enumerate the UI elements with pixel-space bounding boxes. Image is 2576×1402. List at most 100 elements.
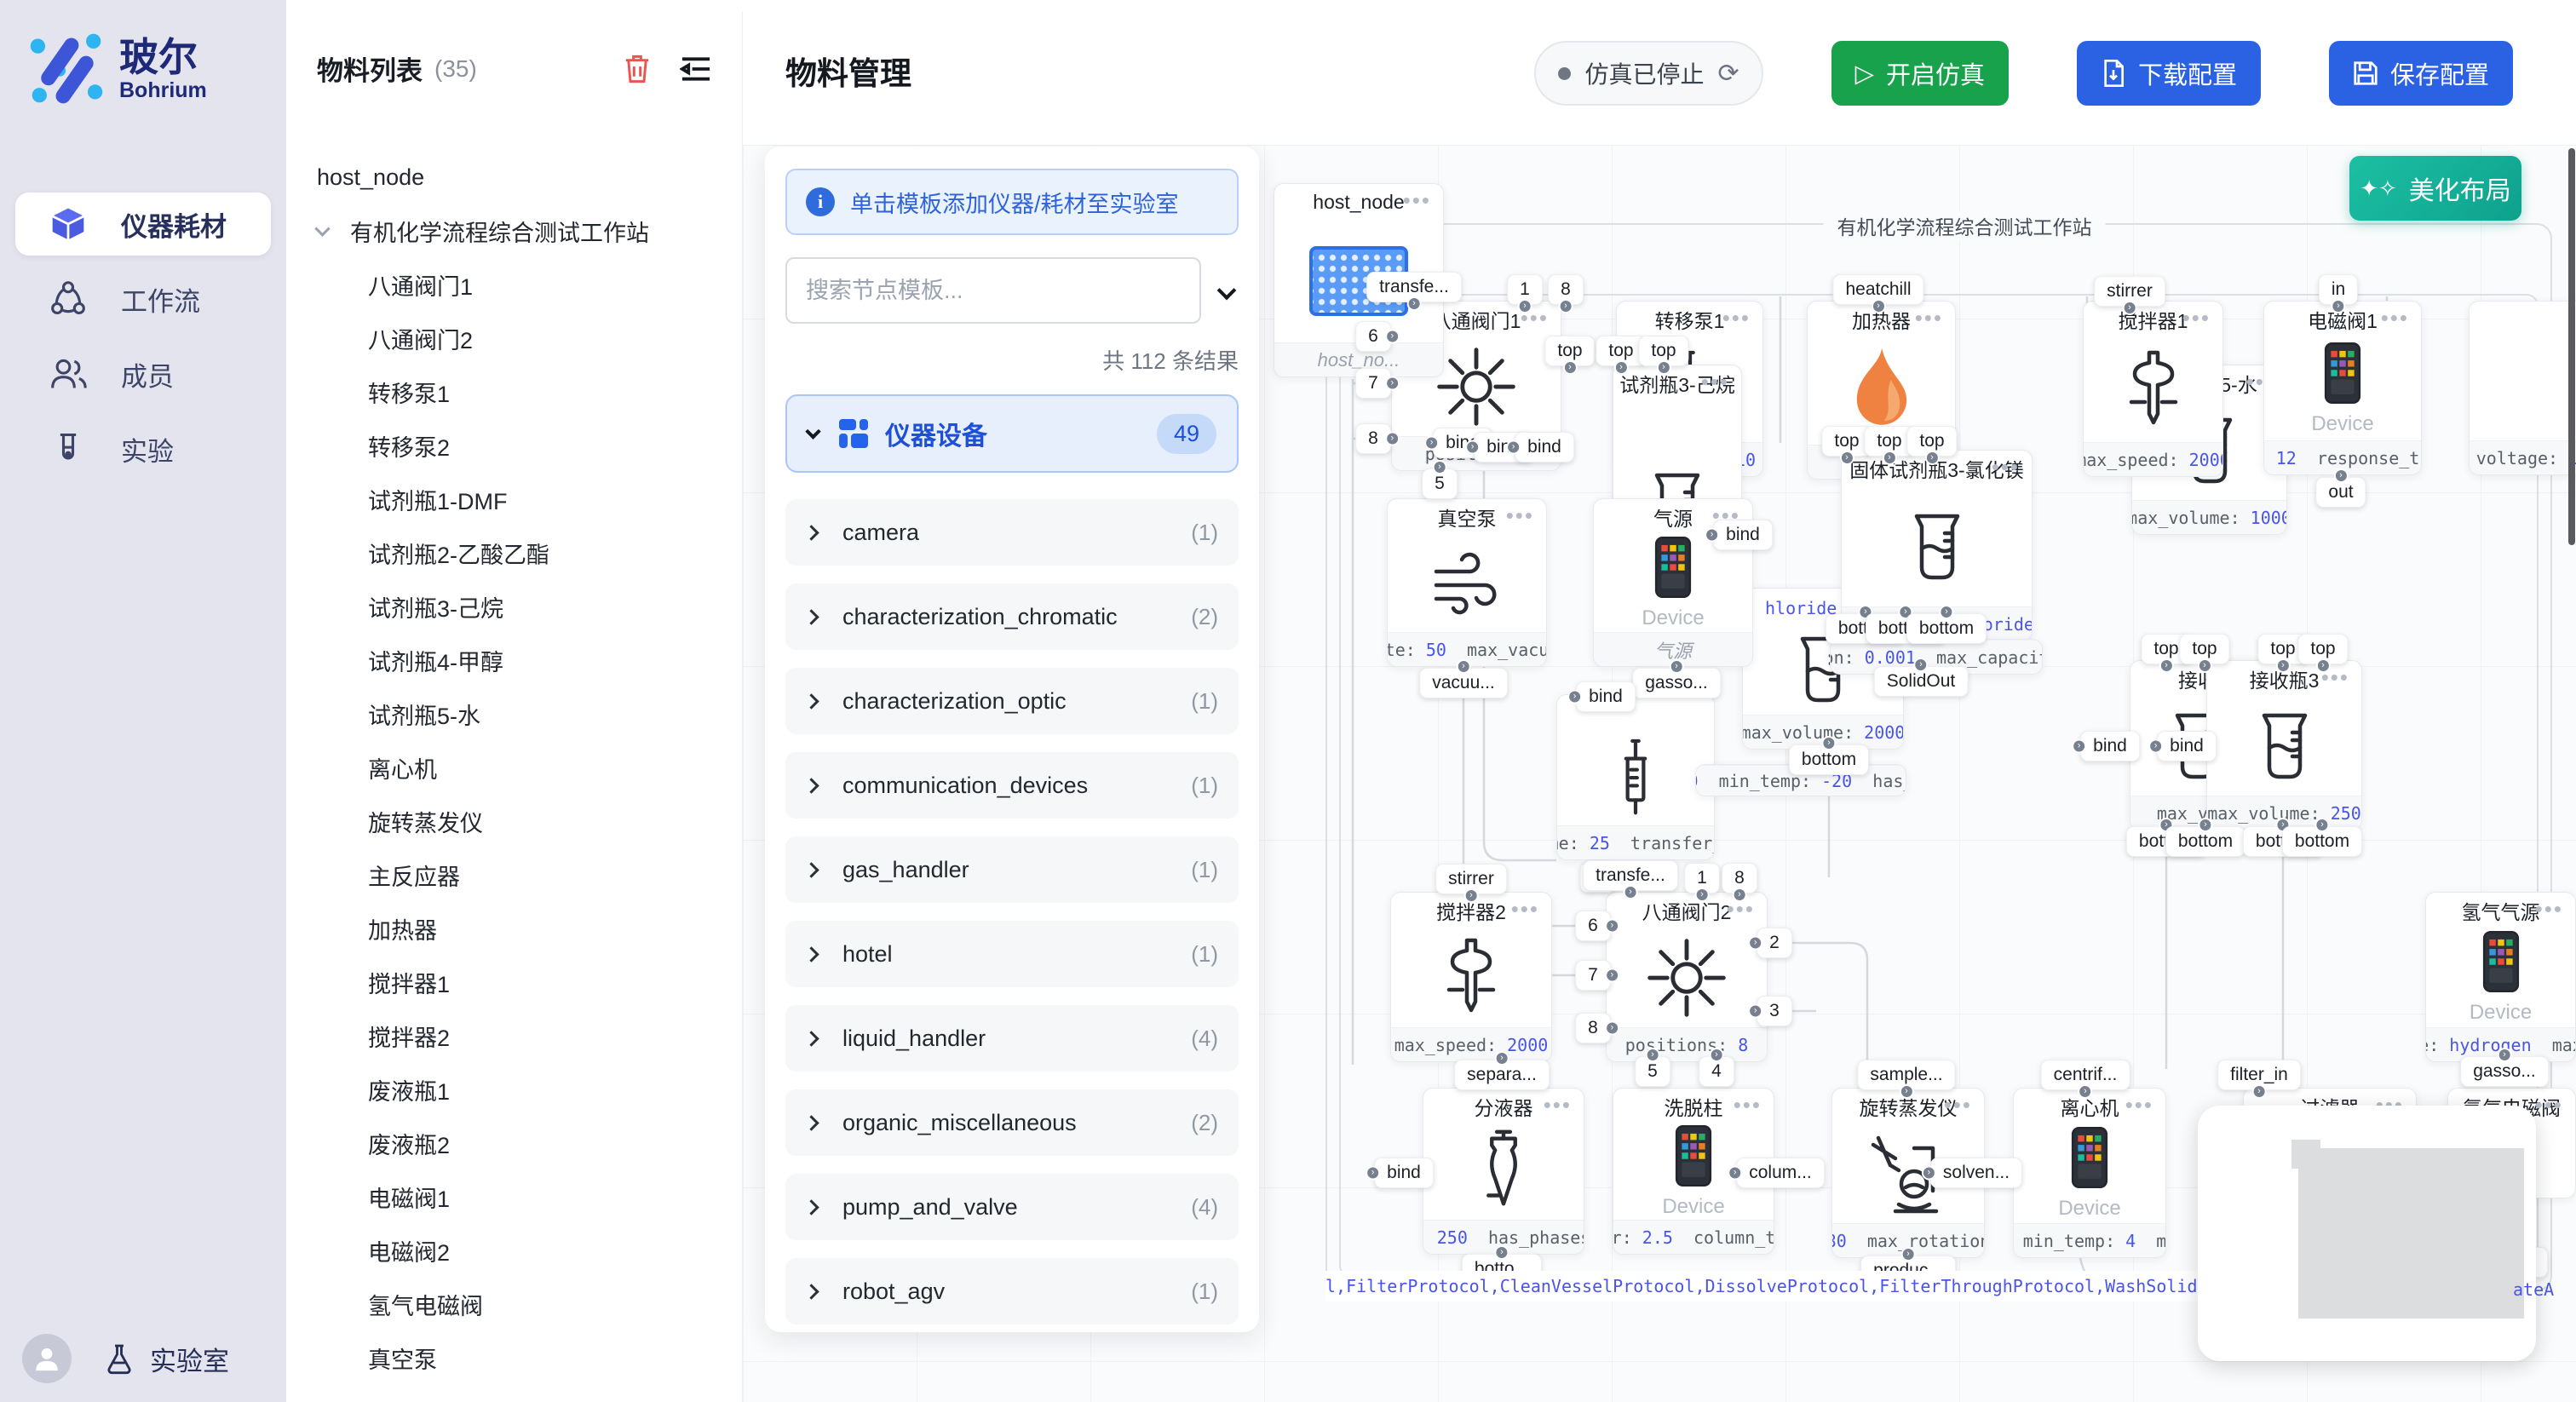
port-chip-top[interactable]: top› <box>1906 426 1957 457</box>
port-handle-icon[interactable]: › <box>2315 658 2330 673</box>
tree-item[interactable]: 转移泵2 <box>286 419 743 473</box>
port-handle-icon[interactable]: › <box>1705 528 1719 543</box>
port-handle-icon[interactable]: › <box>2331 299 2345 313</box>
port-chip-gasso[interactable]: gasso...› <box>1632 668 1721 698</box>
port-chip-stirrer[interactable]: stirrer› <box>2094 276 2165 307</box>
port-chip-top[interactable]: top› <box>1544 336 1595 366</box>
port-handle-icon[interactable]: › <box>1913 658 1928 672</box>
port-chip-bind[interactable]: bind› <box>1374 1158 1434 1188</box>
port-handle-icon[interactable]: › <box>1748 1004 1762 1019</box>
subcategory-characterization_chromatic[interactable]: characterization_chromatic (2) <box>785 583 1239 650</box>
subcategory-liquid_handler[interactable]: liquid_handler (4) <box>785 1005 1239 1072</box>
tree-item[interactable]: host_node <box>286 151 743 204</box>
port-handle-icon[interactable]: › <box>1821 736 1836 750</box>
port-handle-icon[interactable]: › <box>1901 1247 1916 1261</box>
subcategory-organic_miscellaneous[interactable]: organic_miscellaneous (2) <box>785 1089 1239 1156</box>
port-handle-icon[interactable]: › <box>2148 739 2163 754</box>
trash-icon[interactable] <box>622 53 653 85</box>
port-chip-top[interactable]: top› <box>2179 634 2229 664</box>
canvas-node-搅拌器2[interactable]: 搅拌器2•••max_speed: 2000 <box>1390 892 1552 1062</box>
tree-item[interactable]: 试剂瓶4-甲醇 <box>286 634 743 687</box>
port-chip-top[interactable]: top› <box>2297 634 2348 664</box>
refresh-icon[interactable]: ⟳ <box>1718 59 1739 89</box>
port-chip-transfe[interactable]: transfe...› <box>1366 272 1462 302</box>
port-handle-icon[interactable]: › <box>1623 885 1637 899</box>
port-handle-icon[interactable]: › <box>1733 888 1747 902</box>
tree-item[interactable]: 搅拌器1 <box>286 956 743 1009</box>
port-chip-sample[interactable]: sample...› <box>1857 1060 1955 1090</box>
canvas-node-分液器[interactable]: 分液器•••volume: 250 has_phases: true <box>1423 1088 1584 1255</box>
port-chip-6[interactable]: 6› <box>1575 911 1611 941</box>
port-handle-icon[interactable]: › <box>1567 690 1582 704</box>
port-handle-icon[interactable]: › <box>2159 658 2173 673</box>
port-chip-5[interactable]: 5› <box>1422 468 1458 499</box>
tree-item[interactable]: 主反应器 <box>286 848 743 902</box>
node-menu-icon[interactable]: ••• <box>2535 1092 2563 1118</box>
node-menu-icon[interactable]: ••• <box>1403 187 1431 214</box>
port-chip-7[interactable]: 7› <box>1355 368 1391 399</box>
sidebar-item-workflow[interactable]: 工作流 <box>15 267 271 330</box>
download-config-button[interactable]: 下载配置 <box>2077 41 2261 106</box>
port-chip-8[interactable]: 8› <box>1355 423 1391 454</box>
canvas-node-接收瓶3[interactable]: 接收瓶3•••max_volume: 250 <box>2206 660 2362 830</box>
port-chip-bind[interactable]: bind› <box>2157 731 2217 761</box>
port-handle-icon[interactable]: › <box>1939 605 1953 619</box>
tree-item[interactable]: 氢气电磁阀 <box>286 1278 743 1331</box>
port-handle-icon[interactable]: › <box>1506 440 1521 455</box>
chevron-down-icon[interactable] <box>314 221 330 236</box>
subcategory-communication_devices[interactable]: communication_devices (1) <box>785 752 1239 819</box>
canvas-node-八通阀门2[interactable]: 八通阀门2•••positions: 8 <box>1606 892 1768 1062</box>
port-handle-icon[interactable]: › <box>1433 460 1447 474</box>
node-menu-icon[interactable]: ••• <box>1701 369 1729 395</box>
subcategory-camera[interactable]: camera (1) <box>785 499 1239 566</box>
port-chip-bottom[interactable]: bottom› <box>1789 744 1869 775</box>
port-handle-icon[interactable]: › <box>1605 1021 1619 1036</box>
save-config-button[interactable]: 保存配置 <box>2329 41 2513 106</box>
tree-item[interactable]: 搅拌器2 <box>286 1009 743 1063</box>
port-chip-bind[interactable]: bind› <box>1713 520 1773 550</box>
port-chip-bottom[interactable]: bottom› <box>2282 826 2362 857</box>
port-chip-in[interactable]: in› <box>2319 274 2358 305</box>
tree-item[interactable]: 电磁阀1 <box>286 1170 743 1224</box>
tree-item[interactable]: 试剂瓶1-DMF <box>286 473 743 526</box>
port-chip-transfe[interactable]: transfe...› <box>1583 860 1678 891</box>
port-chip-8[interactable]: 8› <box>1722 863 1757 893</box>
port-handle-icon[interactable]: › <box>1728 1166 1742 1181</box>
port-chip-bind[interactable]: bind› <box>1576 681 1636 712</box>
port-chip-bottom[interactable]: bottom› <box>2165 826 2245 857</box>
port-handle-icon[interactable]: › <box>1562 360 1577 375</box>
tree-item[interactable]: 试剂瓶3-己烷 <box>286 580 743 634</box>
tree-item[interactable]: 试剂瓶2-乙酸乙酯 <box>286 526 743 580</box>
node-menu-icon[interactable]: ••• <box>2182 305 2211 331</box>
node-menu-icon[interactable]: ••• <box>1511 896 1539 922</box>
tree-item[interactable]: 转移泵1 <box>286 365 743 419</box>
port-handle-icon[interactable]: › <box>2072 739 2086 754</box>
port-handle-icon[interactable]: › <box>1710 1048 1724 1062</box>
port-chip-1[interactable]: 1› <box>1507 274 1543 305</box>
port-handle-icon[interactable]: › <box>1882 451 1896 465</box>
tree-item[interactable]: 八通阀门1 <box>286 258 743 312</box>
port-handle-icon[interactable]: › <box>1463 888 1478 903</box>
port-handle-icon[interactable]: › <box>1385 432 1400 446</box>
port-chip-bind[interactable]: bind› <box>2080 731 2140 761</box>
port-chip-colum[interactable]: colum...› <box>1736 1158 1825 1188</box>
start-simulation-button[interactable]: ▷ 开启仿真 <box>1831 41 2009 106</box>
port-chip-out[interactable]: out› <box>2315 477 2366 508</box>
tree-item[interactable]: 电磁阀2 <box>286 1224 743 1278</box>
port-handle-icon[interactable]: › <box>2198 818 2212 832</box>
port-handle-icon[interactable]: › <box>1366 1166 1380 1181</box>
tree-item[interactable]: 废液瓶1 <box>286 1063 743 1117</box>
port-handle-icon[interactable]: › <box>1669 659 1683 674</box>
port-chip-6[interactable]: 6› <box>1355 321 1391 352</box>
node-menu-icon[interactable]: ••• <box>1722 305 1751 331</box>
canvas-node-搅拌器1[interactable]: 搅拌器1•••max_speed: 2000 <box>2083 301 2223 477</box>
canvas-node-氢气气源[interactable]: 氢气气源•••Device_type: hydrogen max_pre <box>2425 892 2576 1062</box>
port-chip-3[interactable]: 3› <box>1757 996 1792 1026</box>
avatar[interactable] <box>22 1334 72 1383</box>
port-handle-icon[interactable]: › <box>2251 1084 2266 1099</box>
port-handle-icon[interactable]: › <box>1518 299 1532 313</box>
port-handle-icon[interactable]: › <box>2333 468 2348 483</box>
subcategory-pump_and_valve[interactable]: pump_and_valve (4) <box>785 1174 1239 1240</box>
tree-item[interactable]: 真空泵 <box>286 1331 743 1385</box>
node-menu-icon[interactable]: ••• <box>1544 1092 1572 1118</box>
